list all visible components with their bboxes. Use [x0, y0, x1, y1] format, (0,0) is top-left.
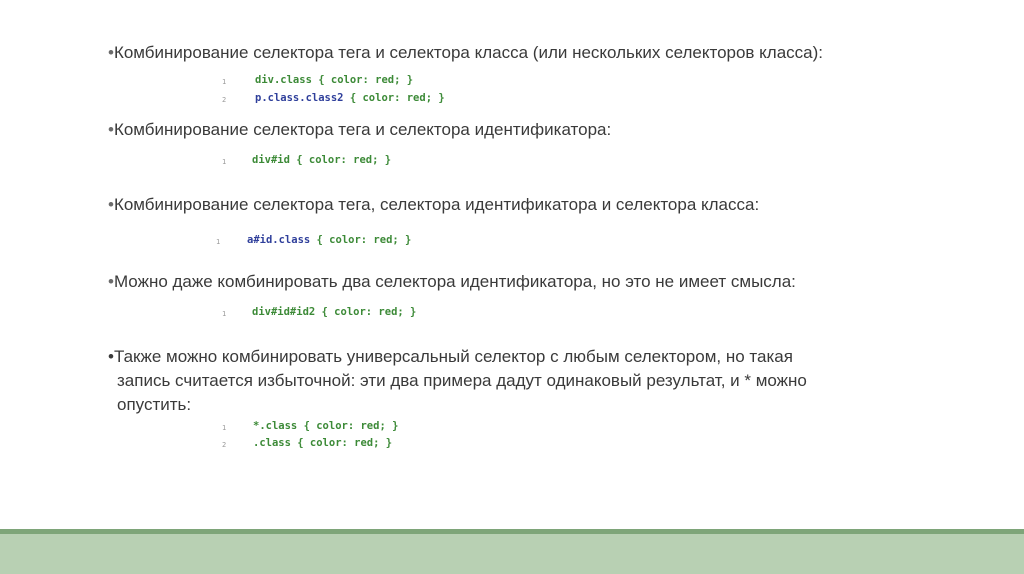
code-line: 2 p.class.class2 { color: red; }	[222, 91, 522, 105]
code-declaration: { color: red; }	[343, 92, 445, 104]
line-number: 1	[222, 158, 227, 166]
bullet-universal-selector: •Также можно комбинировать универсальный…	[108, 345, 938, 417]
bullet-text: запись считается избыточной: эти два при…	[117, 371, 807, 390]
code-line: 1 *.class { color: red; }	[222, 419, 522, 433]
bullet-tag-id: •Комбинирование селектора тега и селекто…	[108, 118, 611, 142]
bullet-text: Комбинирование селектора тега и селектор…	[113, 43, 824, 62]
code-selector: div#id	[252, 154, 290, 166]
code-declaration: { color: red; }	[297, 420, 399, 432]
line-number: 2	[222, 96, 227, 104]
code-selector: *.class	[253, 420, 298, 432]
code-selector: div#id#id2	[252, 306, 316, 318]
bullet-tag-id-class: •Комбинирование селектора тега, селектор…	[108, 193, 759, 217]
bullet-tag-class: •Комбинирование селектора тега и селекто…	[108, 41, 823, 65]
bullet-text: Также можно комбинировать универсальный …	[113, 347, 793, 366]
bullet-text: Комбинирование селектора тега и селектор…	[113, 120, 612, 139]
bullet-text: опустить:	[117, 395, 192, 414]
line-number: 1	[222, 310, 227, 318]
code-line: 2 .class { color: red; }	[222, 436, 522, 450]
slide: •Комбинирование селектора тега и селекто…	[0, 0, 1024, 574]
code-line: 1 div#id#id2 { color: red; }	[222, 305, 522, 319]
code-selector: p.class.class2	[255, 92, 344, 104]
code-declaration: { color: red; }	[315, 306, 417, 318]
code-declaration: { color: red; }	[289, 154, 392, 166]
code-selector: a#id.class	[247, 234, 311, 246]
bullet-text: Комбинирование селектора тега, селектора…	[113, 195, 760, 214]
line-number: 2	[222, 441, 227, 449]
bullet-two-ids: •Можно даже комбинировать два селектора …	[108, 270, 796, 294]
code-line: 1 div#id { color: red; }	[222, 153, 522, 167]
code-declaration: { color: red; }	[310, 234, 412, 246]
line-number: 1	[222, 424, 227, 432]
footer-bar	[0, 534, 1024, 574]
code-declaration: { color: red; }	[311, 74, 414, 86]
code-selector: .class	[253, 437, 291, 449]
code-declaration: { color: red; }	[290, 437, 393, 449]
bullet-text: Можно даже комбинировать два селектора и…	[113, 272, 796, 291]
line-number: 1	[216, 238, 221, 246]
code-line: 1 div.class { color: red; }	[222, 73, 522, 87]
code-line: 1 a#id.class { color: red; }	[216, 233, 516, 247]
code-selector: div.class	[255, 74, 312, 86]
line-number: 1	[222, 78, 227, 86]
